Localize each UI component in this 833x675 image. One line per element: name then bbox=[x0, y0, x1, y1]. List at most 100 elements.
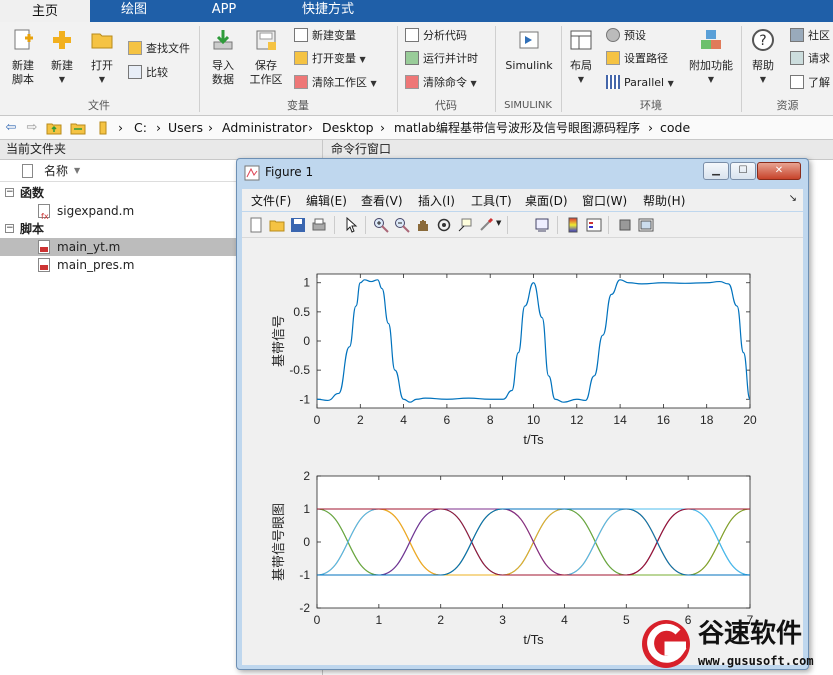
breadcrumb-item[interactable]: matlab编程基带信号波形及信号眼图源码程序 bbox=[394, 120, 640, 136]
collapse-icon[interactable]: − bbox=[5, 224, 14, 233]
clear-commands-icon bbox=[405, 75, 419, 89]
chevron-down-icon: ▼ bbox=[359, 55, 366, 64]
hide-plot-tools-icon[interactable] bbox=[617, 217, 633, 233]
layout-label: 布局 bbox=[570, 59, 592, 72]
brush-icon[interactable] bbox=[478, 217, 494, 233]
save-icon[interactable] bbox=[290, 217, 306, 233]
addons-button[interactable]: 附加功能 ▼ bbox=[686, 28, 736, 87]
watermark-url: www.gususoft.com bbox=[698, 654, 814, 668]
chevron-down-icon: ▼ bbox=[58, 75, 66, 84]
y-axis-label: 基带信号眼图 bbox=[272, 503, 287, 581]
x-tick-label: 0 bbox=[314, 613, 321, 627]
data-cursor-icon[interactable] bbox=[457, 217, 473, 233]
new-script-button[interactable]: 新建 脚本 bbox=[6, 28, 40, 87]
tab-shortcuts[interactable]: 快捷方式 bbox=[272, 0, 384, 22]
clear-workspace-button[interactable]: 清除工作区 ▼ bbox=[294, 74, 377, 92]
menu-help[interactable]: 帮助(H) bbox=[643, 192, 685, 209]
import-icon bbox=[213, 30, 233, 50]
layout-button[interactable]: 布局 ▼ bbox=[566, 28, 596, 87]
new-variable-button[interactable]: 新建变量 bbox=[294, 27, 356, 45]
compare-button[interactable]: 比较 bbox=[128, 64, 168, 82]
menu-edit[interactable]: 编辑(E) bbox=[306, 192, 347, 209]
divider bbox=[608, 216, 609, 234]
breadcrumb-item[interactable]: Administrator bbox=[222, 120, 307, 136]
minimize-button[interactable]: ▁ bbox=[703, 162, 729, 180]
group-label: 脚本 bbox=[20, 222, 45, 236]
x-tick-label: 14 bbox=[613, 413, 627, 427]
open-button[interactable]: 打开 ▼ bbox=[86, 28, 118, 87]
breadcrumb-item[interactable]: Users bbox=[168, 120, 203, 136]
back-arrow-icon[interactable]: ⇦ bbox=[3, 120, 19, 136]
new-figure-icon[interactable] bbox=[248, 217, 264, 233]
collapse-icon[interactable]: − bbox=[5, 188, 14, 197]
menu-view[interactable]: 查看(V) bbox=[361, 192, 403, 209]
browse-folder-icon[interactable] bbox=[70, 120, 86, 136]
support-icon bbox=[790, 51, 804, 65]
help-button[interactable]: ? 帮助 ▼ bbox=[748, 28, 778, 87]
menu-desktop[interactable]: 桌面(D) bbox=[525, 192, 568, 209]
breadcrumb-item[interactable]: Desktop bbox=[322, 120, 374, 136]
breadcrumb-item[interactable]: code bbox=[660, 120, 690, 136]
simulink-button[interactable]: Simulink bbox=[500, 28, 558, 73]
close-button[interactable]: ✕ bbox=[757, 162, 801, 180]
save-workspace-button[interactable]: 保存 工作区 bbox=[246, 28, 286, 87]
request-support-button[interactable]: 请求 bbox=[790, 50, 830, 68]
address-bar: ⇦ ⇨ › C: › Users › Administrator › Deskt… bbox=[0, 116, 833, 140]
maximize-button[interactable]: ☐ bbox=[730, 162, 756, 180]
learn-label: 了解 bbox=[808, 76, 830, 89]
link-plot-icon[interactable] bbox=[534, 217, 550, 233]
rotate-3d-icon[interactable] bbox=[436, 217, 452, 233]
x-tick-label: 8 bbox=[487, 413, 494, 427]
pan-hand-icon[interactable] bbox=[415, 217, 431, 233]
forward-arrow-icon[interactable]: ⇨ bbox=[24, 120, 40, 136]
zoom-out-icon[interactable] bbox=[394, 217, 410, 233]
set-path-button[interactable]: 设置路径 bbox=[606, 50, 668, 68]
watermark-logo: 谷速软件 www.gususoft.com bbox=[642, 619, 814, 668]
chevron-down-icon: ▼ bbox=[667, 79, 674, 88]
chevron-down-icon: ▼ bbox=[370, 79, 377, 88]
menu-insert[interactable]: 插入(I) bbox=[418, 192, 455, 209]
print-icon[interactable] bbox=[311, 217, 327, 233]
tab-apps[interactable]: APP bbox=[178, 0, 270, 22]
colorbar-icon[interactable] bbox=[565, 217, 581, 233]
parallel-button[interactable]: Parallel ▼ bbox=[606, 74, 674, 92]
zoom-in-icon[interactable] bbox=[373, 217, 389, 233]
y-tick-label: -1 bbox=[299, 392, 310, 406]
x-tick-label: 16 bbox=[657, 413, 671, 427]
learn-button[interactable]: 了解 bbox=[790, 74, 830, 92]
community-button[interactable]: 社区 bbox=[790, 27, 830, 45]
section-simulink-label: SIMULINK bbox=[504, 100, 552, 111]
name-column-header[interactable]: 名称 bbox=[44, 160, 68, 182]
x-tick-label: 6 bbox=[444, 413, 451, 427]
run-and-time-button[interactable]: 运行并计时 bbox=[405, 50, 478, 68]
chevron-down-icon[interactable]: ▼ bbox=[496, 219, 501, 227]
show-plot-tools-icon[interactable] bbox=[638, 217, 654, 233]
new-script-label: 新建 脚本 bbox=[12, 59, 34, 86]
legend-icon[interactable] bbox=[586, 217, 602, 233]
breadcrumb-item[interactable]: C: bbox=[134, 120, 147, 136]
open-variable-button[interactable]: 打开变量 ▼ bbox=[294, 50, 366, 68]
up-folder-icon[interactable] bbox=[46, 120, 62, 136]
command-window-title: 命令行窗口 bbox=[322, 140, 833, 160]
tab-home[interactable]: 主页 bbox=[0, 0, 90, 22]
new-button[interactable]: 新建 ▼ bbox=[46, 28, 78, 87]
open-label: 打开 bbox=[91, 59, 113, 72]
pointer-icon[interactable] bbox=[343, 217, 359, 233]
preferences-button[interactable]: 预设 bbox=[606, 27, 646, 45]
open-file-icon[interactable] bbox=[269, 217, 285, 233]
tab-plots[interactable]: 绘图 bbox=[92, 0, 176, 22]
analyze-code-button[interactable]: 分析代码 bbox=[405, 27, 467, 45]
dock-arrow-icon[interactable]: ↘ bbox=[789, 193, 797, 204]
import-data-button[interactable]: 导入 数据 bbox=[206, 28, 240, 87]
new-label: 新建 bbox=[51, 59, 73, 72]
figure-window[interactable]: Figure 1 ▁ ☐ ✕ 文件(F) 编辑(E) 查看(V) 插入(I) 工… bbox=[236, 158, 809, 670]
divider bbox=[334, 216, 335, 234]
find-files-button[interactable]: 查找文件 bbox=[128, 40, 190, 58]
figure-titlebar[interactable]: Figure 1 ▁ ☐ ✕ bbox=[237, 159, 808, 187]
file-name: main_pres.m bbox=[57, 258, 135, 272]
menu-tools[interactable]: 工具(T) bbox=[471, 192, 512, 209]
clear-commands-button[interactable]: 清除命令 ▼ bbox=[405, 74, 477, 92]
menu-file[interactable]: 文件(F) bbox=[251, 192, 291, 209]
y-tick-label: 2 bbox=[303, 469, 310, 483]
menu-window[interactable]: 窗口(W) bbox=[582, 192, 627, 209]
